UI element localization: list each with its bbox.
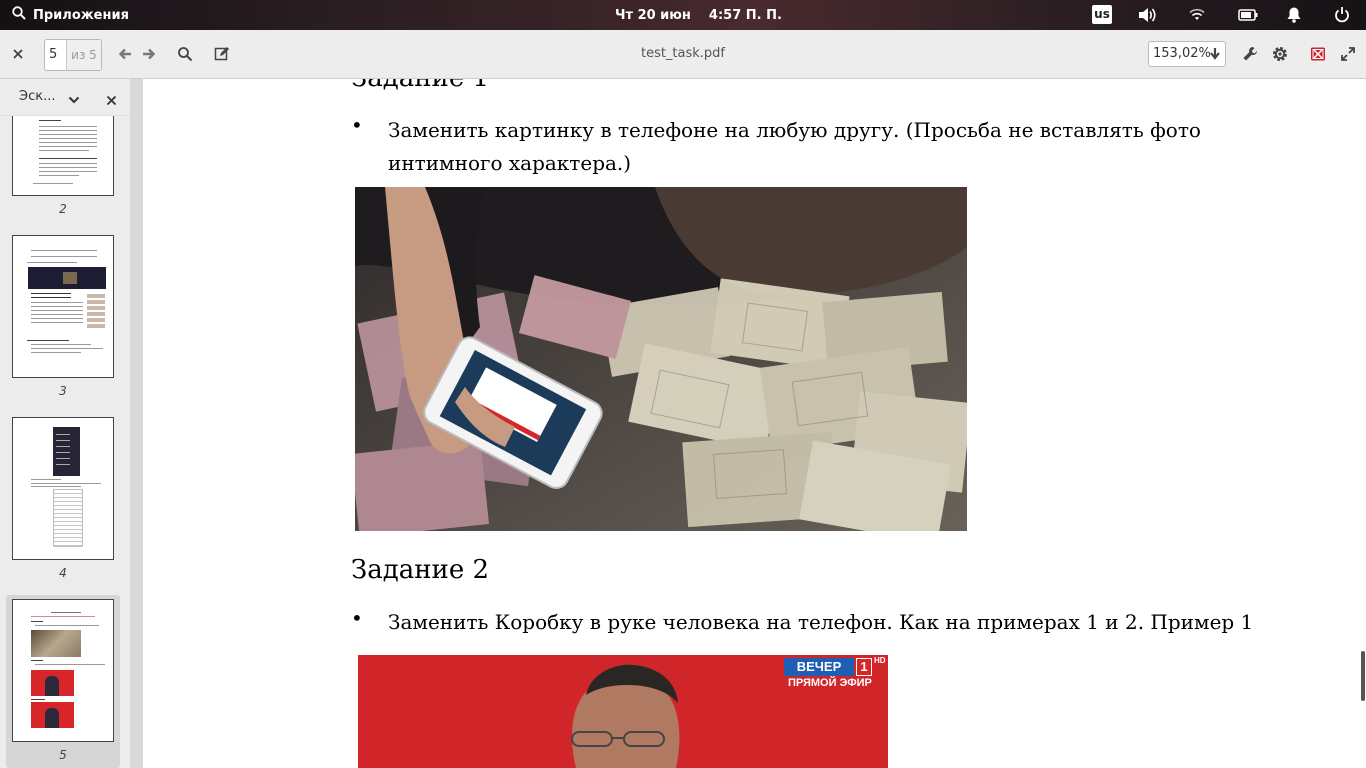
top-panel: Приложения Чт 20 июн 4:57 П. П. us [0,0,1366,30]
task1-description-line1: Заменить картинку в телефоне на любую др… [388,118,1201,142]
chevron-down-icon[interactable] [68,91,80,110]
thumbnail-page-5[interactable]: 5 [12,599,114,762]
bullet-icon: • [351,113,363,137]
thumbnail-image [12,235,114,378]
battery-icon[interactable] [1238,9,1258,25]
task1-description-line2: интимного характера.) [388,151,632,175]
next-page-icon[interactable] [139,44,159,64]
bullet-icon: • [351,606,363,630]
task2-heading: Задание 2 [351,555,490,585]
thumbnail-image [12,417,114,560]
zoom-level-select[interactable]: 153,02% [1148,41,1226,67]
task2-description: Заменить Коробку в руке человека на теле… [388,610,1254,634]
search-icon [12,6,26,24]
tools-wrench-icon[interactable] [1240,44,1260,64]
applications-label: Приложения [33,7,129,23]
pdf-page-5: Задание 1 • Заменить картинку в телефоне… [143,79,1366,768]
applications-menu[interactable]: Приложения [12,0,129,30]
page-total-label: из 5 [67,40,101,70]
thumbnail-sidebar: Эск... 2 3 4 5 [0,79,131,768]
tv-logo-hd: HD [874,656,886,665]
settings-gear-icon[interactable] [1270,44,1290,64]
tv-logo-number: 1 [856,658,872,676]
close-sidebar-icon[interactable] [106,91,117,110]
document-scrollbar[interactable] [1361,651,1365,701]
thumbnail-page-number: 2 [59,202,67,216]
sidebar-header: Эск... [0,79,130,116]
money-phone-photo [355,187,967,531]
page-number-field[interactable]: 5 из 5 [44,39,102,71]
tv-live-label: ПРЯМОЙ ЭФИР [788,677,872,689]
previous-page-icon[interactable] [115,44,135,64]
chevron-down-icon [1209,46,1221,70]
thumbnail-page-number: 3 [59,384,67,398]
task1-heading: Задание 1 [351,79,489,93]
date-time-indicator[interactable]: Чт 20 июн 4:57 П. П. [615,0,782,30]
power-icon[interactable] [1334,6,1350,27]
date-label: Чт 20 июн [615,7,691,23]
tv-channel-logo: ВЕЧЕР 1 HD [784,656,888,676]
time-label: 4:57 П. П. [708,7,782,23]
viewer-toolbar: test_task.pdf 5 из 5 153,02% [0,30,1366,79]
tv-logo-text: ВЕЧЕР [784,658,854,676]
thumbnail-page-3[interactable]: 3 [12,235,114,398]
wifi-icon[interactable] [1188,6,1206,26]
current-page-input[interactable]: 5 [45,40,67,70]
thumbnail-page-number: 5 [59,748,67,762]
task1-description: Заменить картинку в телефоне на любую др… [388,114,1201,180]
keyboard-layout-indicator[interactable]: us [1092,5,1112,24]
close-icon[interactable] [8,44,28,64]
document-view[interactable]: Задание 1 • Заменить картинку в телефоне… [131,79,1366,768]
zoom-level-value: 153,02% [1153,46,1211,61]
thumbnail-page-number: 4 [59,566,67,580]
thumbnail-page-4[interactable]: 4 [12,417,114,580]
thumbnail-image [12,599,114,742]
tv-presenter-photo: ВЕЧЕР 1 HD ПРЯМОЙ ЭФИР [358,655,888,768]
annotate-edit-icon[interactable] [212,44,232,64]
find-search-icon[interactable] [175,44,195,64]
fullscreen-icon[interactable] [1338,44,1358,64]
pdf-app-icon[interactable] [1308,44,1328,64]
sidebar-mode-label[interactable]: Эск... [19,79,55,115]
notifications-bell-icon[interactable] [1286,6,1302,27]
volume-icon[interactable] [1137,6,1157,28]
